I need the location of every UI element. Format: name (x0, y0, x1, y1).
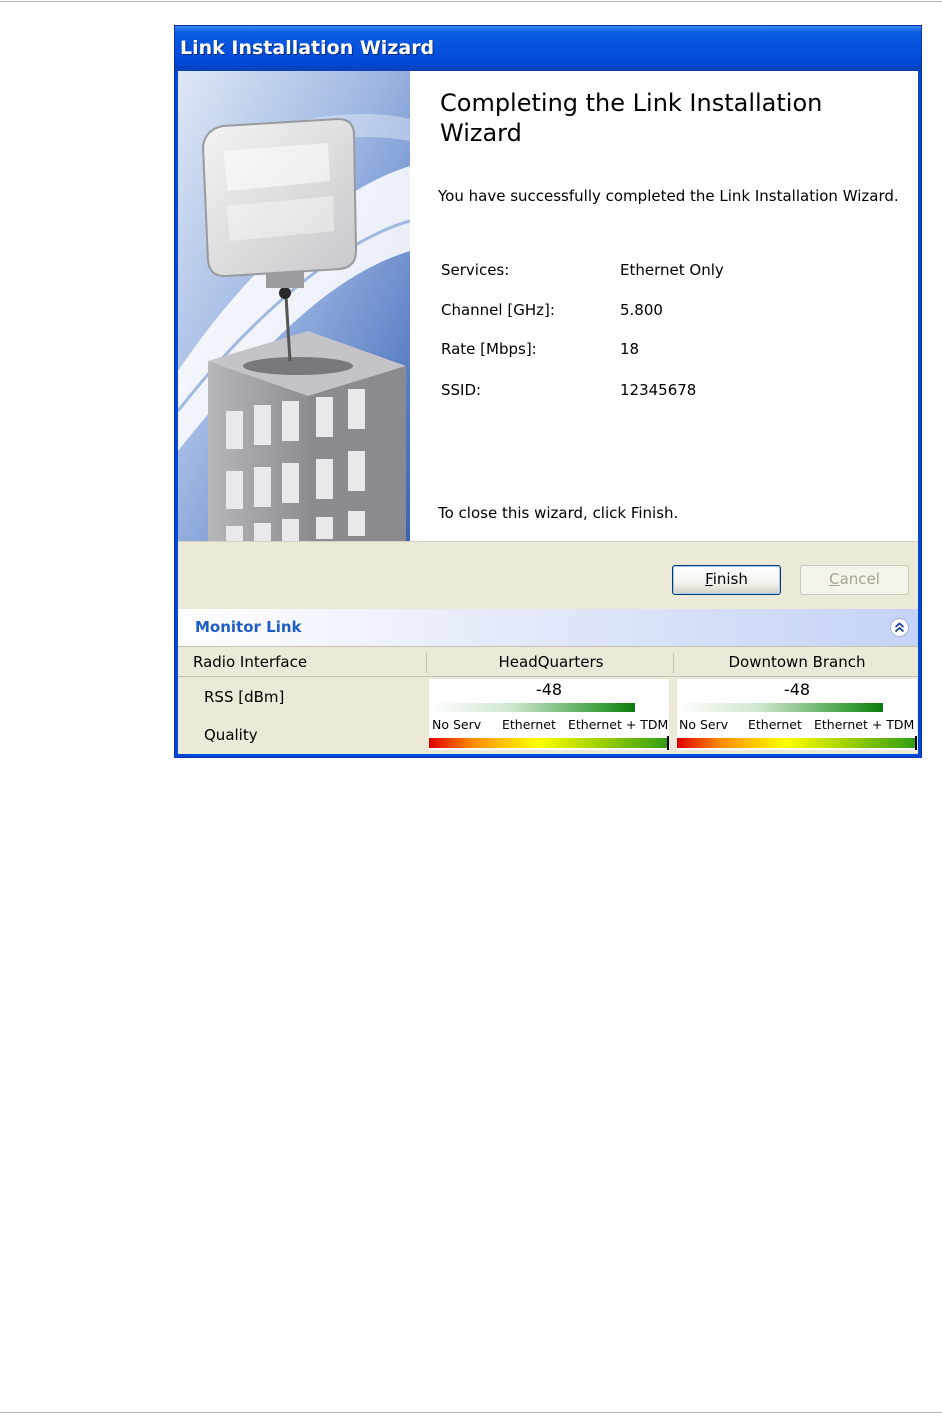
summary-label: Rate [Mbps]: (441, 340, 537, 358)
quality-label-ethernet-tdm: Ethernet + TDM (814, 717, 915, 732)
monitor-grid-header: Radio Interface HeadQuarters Downtown Br… (178, 646, 918, 677)
window-title: Link Installation Wizard (180, 37, 435, 59)
finish-accelerator: F (705, 570, 713, 588)
finish-button[interactable]: Finish (672, 565, 781, 595)
summary-value: 5.800 (620, 301, 663, 319)
rss-value: -48 (535, 680, 563, 699)
summary-value: 12345678 (620, 381, 697, 399)
antenna-building-illustration (178, 71, 410, 541)
column-divider[interactable] (673, 653, 674, 673)
quality-label-ethernet-tdm: Ethernet + TDM (568, 717, 669, 732)
site-downtown-branch: -48 No Serv Ethernet Ethernet + TDM (677, 679, 917, 750)
closing-instruction: To close this wizard, click Finish. (438, 504, 679, 522)
summary-row-channel: Channel [GHz]: 5.800 (441, 301, 861, 321)
rss-value: -48 (783, 680, 811, 699)
quality-marker (667, 736, 669, 750)
wizard-illustration (178, 71, 410, 541)
title-bar[interactable]: Link Installation Wizard (175, 26, 921, 71)
rss-bar (677, 703, 917, 712)
success-message: You have successfully completed the Link… (438, 187, 899, 205)
summary-value: Ethernet Only (620, 261, 724, 279)
page-bottom-rule (0, 1412, 942, 1413)
quality-label-no-serv: No Serv (679, 717, 729, 732)
summary-row-rate: Rate [Mbps]: 18 (441, 340, 861, 360)
cancel-button[interactable]: Cancel (800, 565, 909, 595)
summary-label: SSID: (441, 381, 482, 399)
rss-bar-fill (429, 703, 636, 712)
column-divider[interactable] (426, 653, 427, 673)
monitor-link-title: Monitor Link (195, 618, 302, 636)
quality-label-no-serv: No Serv (432, 717, 482, 732)
column-headquarters: HeadQuarters (498, 653, 604, 671)
monitor-grid: Radio Interface HeadQuarters Downtown Br… (178, 646, 918, 754)
row-label-quality: Quality (204, 726, 258, 744)
cancel-label: ancel (839, 570, 880, 588)
double-chevron-up-icon (894, 622, 905, 633)
quality-bar (429, 738, 669, 748)
window-frame-bottom (175, 754, 921, 757)
cancel-accelerator: C (829, 570, 840, 588)
wizard-content: Completing the Link Installation Wizard … (410, 71, 918, 541)
button-bar: Finish Cancel (178, 541, 918, 610)
quality-label-ethernet: Ethernet (748, 717, 802, 732)
wizard-window: Link Installation Wizard Completing the … (174, 25, 922, 758)
quality-marker (915, 736, 917, 750)
row-label-rss: RSS [dBm] (204, 688, 285, 706)
rss-bar-fill (677, 703, 884, 712)
quality-label-ethernet: Ethernet (502, 717, 556, 732)
column-radio-interface: Radio Interface (193, 653, 308, 671)
page-heading: Completing the Link Installation Wizard (440, 89, 823, 147)
summary-value: 18 (620, 340, 640, 358)
site-headquarters: -48 No Serv Ethernet Ethernet + TDM (429, 679, 669, 750)
monitor-link-header[interactable]: Monitor Link (178, 609, 918, 646)
quality-scale-labels: No Serv Ethernet Ethernet + TDM (429, 717, 669, 733)
collapse-monitor-button[interactable] (890, 618, 909, 637)
quality-bar (677, 738, 917, 748)
summary-label: Channel [GHz]: (441, 301, 555, 319)
quality-scale-labels: No Serv Ethernet Ethernet + TDM (677, 717, 917, 733)
summary-row-ssid: SSID: 12345678 (441, 381, 861, 401)
page-top-rule (0, 1, 942, 2)
rss-bar (429, 703, 669, 712)
summary-row-services: Services: Ethernet Only (441, 261, 861, 281)
finish-label: inish (712, 570, 748, 588)
column-downtown-branch: Downtown Branch (728, 653, 866, 671)
window-frame-right (918, 71, 921, 758)
summary-label: Services: (441, 261, 510, 279)
